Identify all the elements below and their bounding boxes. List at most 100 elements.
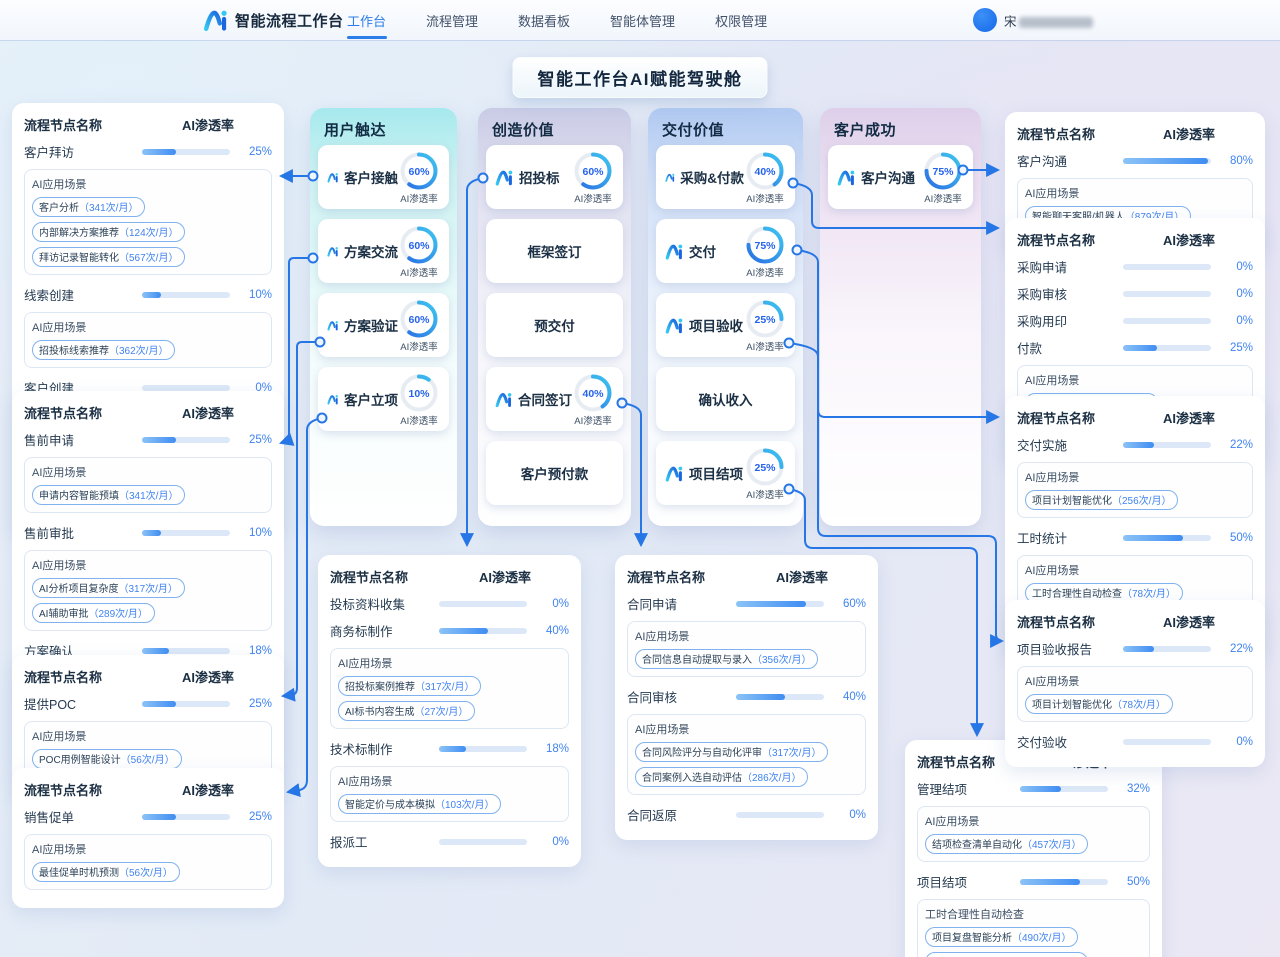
- col-header-ai-rate: AI渗透率: [144, 667, 272, 686]
- stage-node-方案交流[interactable]: 方案交流 60% AI渗透率: [318, 219, 449, 283]
- process-node-name: 采购用印: [1017, 311, 1123, 330]
- ai-scenario-tag[interactable]: 项目复盘智能分析（490次/月）: [925, 927, 1078, 947]
- nav-item-权限管理[interactable]: 权限管理: [713, 11, 769, 30]
- stage-node-客户预付款[interactable]: 客户预付款: [486, 441, 623, 505]
- penetration-bar: [439, 746, 527, 752]
- penetration-value: 50%: [1118, 876, 1150, 888]
- penetration-value: 0%: [1221, 315, 1253, 327]
- stage-node-合同签订[interactable]: 合同签订 40% AI渗透率: [486, 367, 623, 431]
- stage-node-确认收入[interactable]: 确认收入: [656, 367, 795, 431]
- donut-caption: AI渗透率: [746, 265, 783, 279]
- stage-node-label: 方案验证: [344, 315, 398, 335]
- user-box[interactable]: 宋: [973, 8, 1093, 32]
- process-node-name: 报派工: [330, 832, 439, 851]
- stat-card-header: 流程节点名称 AI渗透率: [330, 567, 569, 586]
- stage-node-项目验收[interactable]: 项目验收 25% AI渗透率: [656, 293, 795, 357]
- ai-scenario-tag[interactable]: 结项检查清单自动化（457次/月）: [925, 834, 1088, 854]
- stage-node-方案验证[interactable]: 方案验证 60% AI渗透率: [318, 293, 449, 357]
- penetration-value: 0%: [1221, 736, 1253, 748]
- ai-scenario-tag[interactable]: POC用例智能设计（56次/月）: [32, 749, 182, 769]
- ai-scenario-tag[interactable]: 申请内容智能预填（341次/月）: [32, 485, 185, 505]
- penetration-value: 25%: [240, 811, 272, 823]
- ai-scenario-tag[interactable]: 最佳促单时机预测（56次/月）: [32, 862, 180, 882]
- process-node-name: 交付验收: [1017, 732, 1123, 751]
- ai-scenario-box: AI应用场景 最佳促单时机预测（56次/月）: [24, 834, 272, 890]
- ai-scenario-tag[interactable]: AI辅助审批（289次/月）: [32, 603, 155, 623]
- col-header-node-name: 流程节点名称: [1017, 124, 1125, 143]
- process-node-name: 采购审核: [1017, 284, 1123, 303]
- process-node-row: 交付实施 22% AI应用场景 项目计划智能优化（256次/月）: [1017, 435, 1253, 518]
- nav-item-工作台[interactable]: 工作台: [345, 11, 388, 30]
- col-header-ai-rate: AI渗透率: [144, 780, 272, 799]
- ai-scenario-tag[interactable]: AI分析项目复杂度（317次/月）: [32, 578, 185, 598]
- ai-scenario-tag[interactable]: AI标书内容生成（27次/月）: [338, 701, 475, 721]
- ai-scenario-tag[interactable]: 项目计划智能优化（256次/月）: [1025, 490, 1178, 510]
- donut-caption: AI渗透率: [400, 191, 437, 205]
- stage-node-客户接触[interactable]: 客户接触 60% AI渗透率: [318, 145, 449, 209]
- ai-scenario-tag[interactable]: 合同风险评分与自动化评审（317次/月）: [635, 742, 828, 762]
- user-avatar[interactable]: [973, 8, 997, 32]
- ai-scenario-tag[interactable]: 内部解决方案推荐（124次/月）: [32, 222, 185, 242]
- page-title: 智能工作台AI赋能驾驶舱: [513, 57, 768, 98]
- stage-node-预交付[interactable]: 预交付: [486, 293, 623, 357]
- stage-node-label: 客户立项: [344, 389, 398, 409]
- ai-penetration-donut: 25%: [744, 446, 786, 488]
- process-node-row: 线索创建 10% AI应用场景 招投标线索推荐（362次/月）: [24, 285, 272, 368]
- stage-node-客户立项[interactable]: 客户立项 10% AI渗透率: [318, 367, 449, 431]
- stage-node-label: 客户接触: [344, 167, 398, 187]
- stage-node-项目结项[interactable]: 项目结项 25% AI渗透率: [656, 441, 795, 505]
- donut-caption: AI渗透率: [574, 413, 611, 427]
- process-node-name: 合同申请: [627, 594, 736, 613]
- ai-scenario-box: AI应用场景 招投标案例推荐（317次/月）AI标书内容生成（27次/月）: [330, 648, 569, 729]
- svg-text:75%: 75%: [932, 166, 954, 178]
- app-title: 智能流程工作台: [235, 10, 344, 31]
- process-node-row: 合同申请 60% AI应用场景 合同信息自动提取与录入（356次/月）: [627, 594, 866, 677]
- process-node-row: 项目验收报告 22% AI应用场景 项目计划智能优化（78次/月）: [1017, 639, 1253, 722]
- ai-scenario-tag[interactable]: 知识自动提炼与归档（490次/月）: [925, 952, 1088, 957]
- stat-card-B1: 流程节点名称 AI渗透率 投标资料收集 0% 商务标制作 40% AI应用场景 …: [318, 555, 581, 867]
- ai-logo-icon: [495, 168, 514, 187]
- stat-card-header: 流程节点名称 AI渗透率: [24, 115, 272, 134]
- stage-node-采购&付款[interactable]: 采购&付款 40% AI渗透率: [656, 145, 795, 209]
- stage-node-框架签订[interactable]: 框架签订: [486, 219, 623, 283]
- stat-card-header: 流程节点名称 AI渗透率: [24, 780, 272, 799]
- ai-scenario-tag[interactable]: 合同案例入选自动评估（286次/月）: [635, 767, 808, 787]
- stage-node-label: 框架签订: [528, 241, 582, 261]
- col-header-node-name: 流程节点名称: [24, 667, 144, 686]
- col-header-node-name: 流程节点名称: [1017, 230, 1125, 249]
- ai-scenario-header: AI应用场景: [1025, 562, 1245, 578]
- process-node-name: 采购申请: [1017, 257, 1123, 276]
- col-header-ai-rate: AI渗透率: [1125, 408, 1253, 427]
- ai-scenario-tag[interactable]: 拜访记录智能转化（567次/月）: [32, 247, 185, 267]
- ai-scenario-tag[interactable]: 智能定价与成本模拟（103次/月）: [338, 794, 501, 814]
- col-header-node-name: 流程节点名称: [24, 115, 144, 134]
- donut-block: 60% AI渗透率: [398, 150, 440, 205]
- penetration-value: 25%: [240, 434, 272, 446]
- process-node-name: 线索创建: [24, 285, 142, 304]
- svg-text:60%: 60%: [408, 240, 430, 252]
- nav-item-流程管理[interactable]: 流程管理: [424, 11, 480, 30]
- process-node-name: 管理结项: [917, 779, 1020, 798]
- penetration-bar: [1123, 535, 1211, 541]
- nav-item-数据看板[interactable]: 数据看板: [516, 11, 572, 30]
- process-node-row: 项目结项 50% 工时合理性自动检查 项目复盘智能分析（490次/月）知识自动提…: [917, 872, 1150, 957]
- process-node-name: 项目验收报告: [1017, 639, 1123, 658]
- ai-scenario-tag[interactable]: 招投标案例推荐（317次/月）: [338, 676, 481, 696]
- svg-text:75%: 75%: [754, 240, 776, 252]
- ai-scenario-tag[interactable]: 招投标线索推荐（362次/月）: [32, 340, 175, 360]
- ai-scenario-tag[interactable]: 合同信息自动提取与录入（356次/月）: [635, 649, 818, 669]
- stage-node-label: 方案交流: [344, 241, 398, 261]
- ai-scenario-tag[interactable]: 项目计划智能优化（78次/月）: [1025, 694, 1173, 714]
- ai-logo-icon: [203, 7, 229, 33]
- col-header-ai-rate: AI渗透率: [144, 403, 272, 422]
- stage-node-label: 客户沟通: [861, 167, 915, 187]
- ai-scenario-tag[interactable]: 客户分析（341次/月）: [32, 197, 145, 217]
- donut-block: 10% AI渗透率: [398, 372, 440, 427]
- stage-node-招投标[interactable]: 招投标 60% AI渗透率: [486, 145, 623, 209]
- donut-caption: AI渗透率: [400, 339, 437, 353]
- stage-node-交付[interactable]: 交付 75% AI渗透率: [656, 219, 795, 283]
- stage-node-客户沟通[interactable]: 客户沟通 75% AI渗透率: [828, 145, 973, 209]
- top-header: 智能流程工作台 工作台 流程管理 数据看板 智能体管理 权限管理 宋: [0, 0, 1280, 40]
- col-header-node-name: 流程节点名称: [24, 780, 144, 799]
- nav-item-智能体管理[interactable]: 智能体管理: [608, 11, 677, 30]
